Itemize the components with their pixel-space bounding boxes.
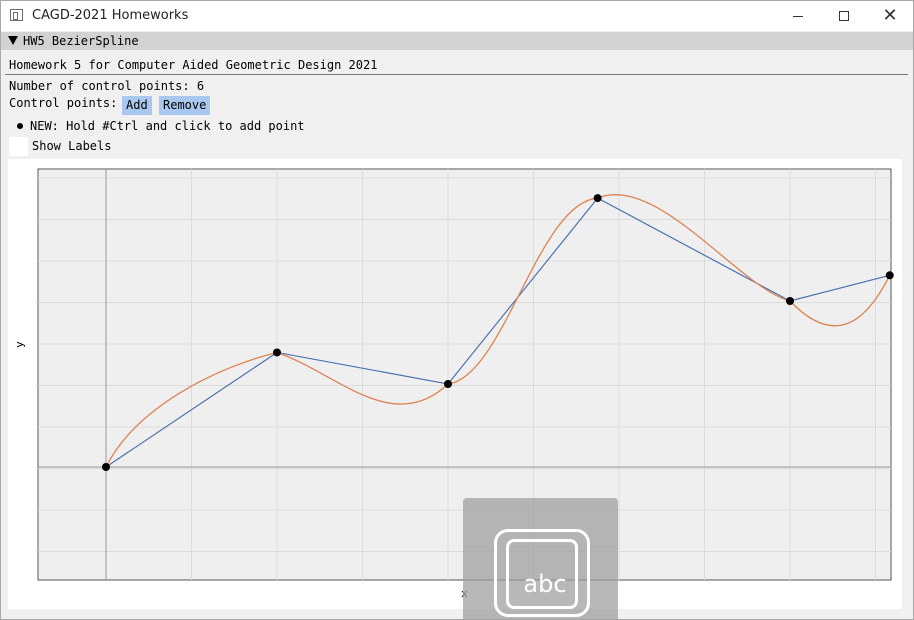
minimize-icon <box>793 15 803 17</box>
section-title: HW5 BezierSpline <box>23 34 139 48</box>
remove-button[interactable]: Remove <box>159 96 211 115</box>
ime-mode-text: abc <box>523 570 567 598</box>
minimize-button[interactable] <box>775 1 821 31</box>
show-labels-checkbox[interactable] <box>9 137 28 156</box>
maximize-button[interactable] <box>821 1 867 31</box>
hint-text: NEW: Hold #Ctrl and click to add point <box>30 119 305 133</box>
control-point[interactable] <box>786 297 794 305</box>
title-bar[interactable]: CAGD-2021 Homeworks ✕ <box>1 1 913 31</box>
app-icon <box>10 9 23 21</box>
ime-key-face: abc <box>506 539 578 609</box>
main-panel: HW5 BezierSpline Homework 5 for Computer… <box>1 31 913 619</box>
control-point[interactable] <box>273 348 281 357</box>
description-text: Homework 5 for Computer Aided Geometric … <box>9 58 378 72</box>
control-point[interactable] <box>444 380 452 388</box>
maximize-icon <box>839 11 849 21</box>
plot-svg[interactable] <box>8 159 902 609</box>
show-labels-label[interactable]: Show Labels <box>32 139 111 153</box>
close-button[interactable]: ✕ <box>867 1 913 31</box>
ime-indicator: abc <box>463 498 618 620</box>
collapse-triangle-icon[interactable] <box>8 36 18 45</box>
control-point[interactable] <box>885 271 894 280</box>
bullet-icon <box>17 123 23 129</box>
keyboard-icon: abc <box>494 529 590 617</box>
plot-canvas[interactable] <box>8 159 902 609</box>
control-point[interactable] <box>593 194 602 203</box>
window-title: CAGD-2021 Homeworks <box>32 8 189 23</box>
close-icon: ✕ <box>882 5 898 26</box>
control-points-label: Control points: <box>9 96 118 110</box>
app-window: CAGD-2021 Homeworks ✕ HW5 BezierSpline H… <box>0 0 914 620</box>
y-axis-label: y <box>12 341 26 348</box>
control-point-count: Number of control points: 6 <box>9 79 205 93</box>
separator <box>5 74 908 75</box>
add-button[interactable]: Add <box>122 96 152 115</box>
section-header[interactable]: HW5 BezierSpline <box>1 32 913 50</box>
control-point[interactable] <box>102 463 110 471</box>
